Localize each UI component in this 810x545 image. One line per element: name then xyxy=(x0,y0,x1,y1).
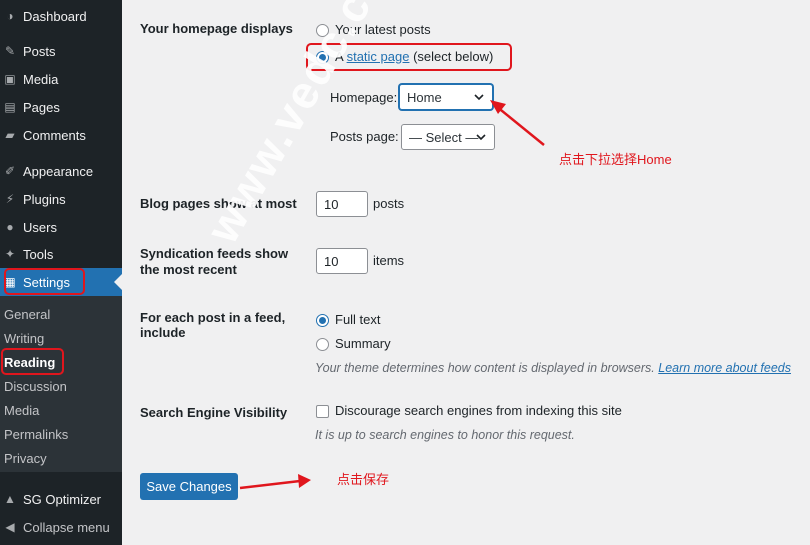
sidebar-item-label: Pages xyxy=(23,99,60,115)
radio-full-text[interactable] xyxy=(316,314,329,327)
homepage-displays-label: Your homepage displays xyxy=(140,21,293,36)
dashboard-icon: ◑ xyxy=(6,9,14,23)
tools-icon: ✦ xyxy=(4,247,16,261)
full-text-label: Full text xyxy=(335,312,381,327)
pages-icon: ▤ xyxy=(4,100,16,114)
current-menu-arrow xyxy=(114,274,122,290)
settings-icon: ▦ xyxy=(4,275,16,289)
sidebar-item-label: Tools xyxy=(23,246,54,262)
sidebar-item-label: Users xyxy=(23,219,57,235)
save-changes-button[interactable]: Save Changes xyxy=(140,473,238,500)
sidebar-item-pages[interactable]: ▤ Pages xyxy=(0,93,122,121)
feed-description: Your theme determines how content is dis… xyxy=(315,361,791,375)
feed-include-label-line1: For each post in a feed, xyxy=(140,310,286,325)
collapse-menu-label: Collapse menu xyxy=(23,519,110,535)
sidebar-item-label: SG Optimizer xyxy=(23,491,102,507)
submenu-item-privacy[interactable]: Privacy xyxy=(4,451,47,466)
submenu-item-reading[interactable]: Reading xyxy=(4,355,55,370)
homepage-select[interactable]: Home xyxy=(399,84,493,110)
posts-per-page-input[interactable]: 10 xyxy=(316,191,368,217)
sidebar-item-dashboard[interactable]: ◑ Dashboard xyxy=(0,2,122,30)
sidebar-item-tools[interactable]: ✦ Tools xyxy=(0,240,122,268)
users-icon: ● xyxy=(6,220,14,234)
feed-include-label-line2: include xyxy=(140,325,186,340)
posts-page-select-value: — Select — xyxy=(409,129,479,145)
sidebar-item-label: Settings xyxy=(23,274,70,290)
submenu-item-general[interactable]: General xyxy=(4,307,50,322)
collapse-menu-button[interactable]: ◀ Collapse menu xyxy=(0,513,122,541)
sidebar-item-label: Appearance xyxy=(23,163,94,179)
plugins-icon: ⚡ xyxy=(5,192,15,206)
visibility-label: Search Engine Visibility xyxy=(140,405,288,420)
submenu-item-writing[interactable]: Writing xyxy=(4,331,44,346)
discourage-search-label: Discourage search engines from indexing … xyxy=(335,403,622,418)
settings-submenu: General Writing Reading Discussion Media… xyxy=(0,296,122,472)
sidebar-item-comments[interactable]: ▰ Comments xyxy=(0,121,122,149)
admin-sidebar: ◑ Dashboard ✎ Posts ▣ Media ▤ Pages ▰ Co… xyxy=(0,0,122,545)
homepage-select-value: Home xyxy=(407,89,442,105)
radio-summary[interactable] xyxy=(316,338,329,351)
chevron-down-icon xyxy=(474,94,484,101)
items-unit-label: items xyxy=(373,253,405,268)
appearance-icon: ✐ xyxy=(4,164,16,178)
pushpin-icon: ✎ xyxy=(4,44,16,58)
syndication-label-line2: the most recent xyxy=(140,262,237,277)
summary-label: Summary xyxy=(335,336,391,351)
submenu-item-media[interactable]: Media xyxy=(4,403,39,418)
posts-page-select[interactable]: — Select — xyxy=(401,124,495,150)
reading-settings-form: Your homepage displays Your latest posts… xyxy=(122,0,810,545)
sidebar-item-plugins[interactable]: ⚡ Plugins xyxy=(0,185,122,213)
sidebar-item-sg-optimizer[interactable]: ▲ SG Optimizer xyxy=(0,485,122,513)
visibility-description: It is up to search engines to honor this… xyxy=(315,428,575,442)
sg-optimizer-icon: ▲ xyxy=(4,492,16,506)
posts-unit-label: posts xyxy=(373,196,405,211)
homepage-select-label: Homepage: xyxy=(330,90,398,105)
sidebar-item-posts[interactable]: ✎ Posts xyxy=(0,37,122,65)
comments-icon: ▰ xyxy=(5,128,15,142)
sidebar-item-label: Plugins xyxy=(23,191,66,207)
sidebar-item-label: Dashboard xyxy=(23,8,87,24)
sidebar-item-users[interactable]: ● Users xyxy=(0,213,122,241)
static-page-label: A static page (select below) xyxy=(335,49,494,64)
posts-page-select-label: Posts page: xyxy=(330,129,399,144)
sidebar-item-label: Posts xyxy=(23,43,56,59)
submenu-item-discussion[interactable]: Discussion xyxy=(4,379,67,394)
chevron-down-icon xyxy=(476,134,486,141)
sidebar-item-settings[interactable]: ▦ Settings xyxy=(0,268,122,296)
learn-more-feeds-link[interactable]: Learn more about feeds xyxy=(658,361,791,375)
sidebar-item-appearance[interactable]: ✐ Appearance xyxy=(0,157,122,185)
discourage-search-checkbox[interactable] xyxy=(316,405,329,418)
sidebar-item-label: Comments xyxy=(23,127,86,143)
annotation-select-home: 点击下拉选择Home xyxy=(559,152,672,167)
collapse-icon: ◀ xyxy=(5,520,15,534)
sidebar-item-label: Media xyxy=(23,71,59,87)
syndication-label-line1: Syndication feeds show xyxy=(140,246,289,261)
feed-items-input[interactable]: 10 xyxy=(316,248,368,274)
annotation-click-save: 点击保存 xyxy=(337,472,390,487)
submenu-item-permalinks[interactable]: Permalinks xyxy=(4,427,68,442)
media-icon: ▣ xyxy=(4,72,16,86)
sidebar-item-media[interactable]: ▣ Media xyxy=(0,65,122,93)
